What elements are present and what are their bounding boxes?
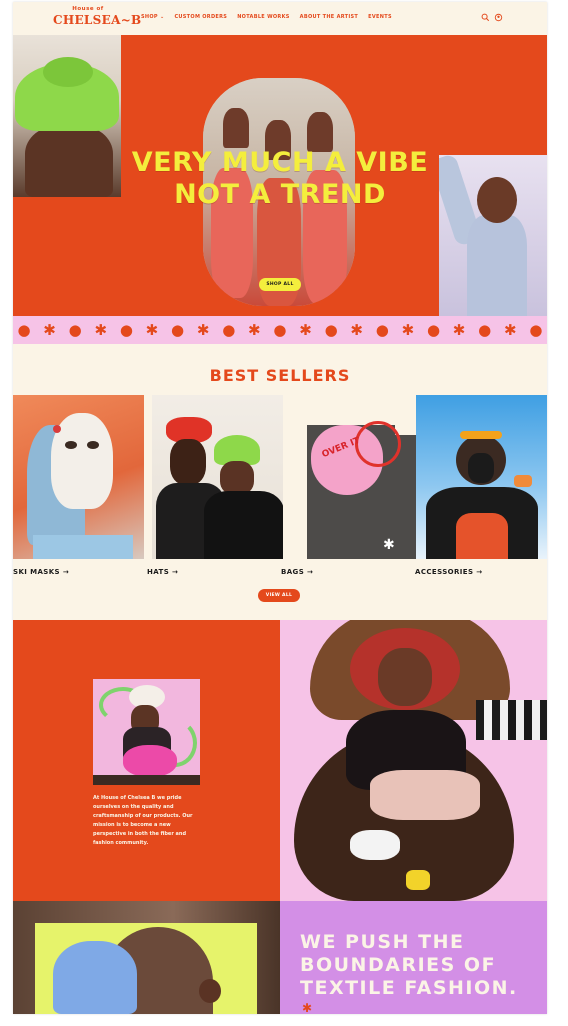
search-icon[interactable] [481, 13, 490, 22]
bags-card[interactable]: OVER IT ✱ [285, 395, 416, 559]
nav-custom-orders[interactable]: CUSTOM ORDERS [174, 14, 227, 20]
ski-masks-link[interactable]: SKI MASKS → [13, 568, 69, 576]
push-headline: WE PUSH THE BOUNDARIES OF TEXTILE FASHIO… [300, 931, 518, 999]
star-icon: ✱ [401, 320, 415, 339]
star-icon: ✱ [145, 320, 159, 339]
star-icon: ✱ [196, 320, 210, 339]
logo-top-text: House of [72, 6, 104, 12]
star-icon: ✱ [43, 320, 56, 339]
hero-headline: VERY MUCH A VIBE NOT A TREND [113, 147, 447, 211]
bottom-photo [13, 901, 280, 1014]
flower-dot-icon: ● [273, 320, 287, 339]
accessories-link[interactable]: ACCESSORIES → [415, 568, 483, 576]
hero-left-photo [13, 35, 121, 197]
site-header: House of CHELSEA~B SHOP ⌄ CUSTOM ORDERS … [13, 2, 547, 34]
star-icon: ✱ [94, 320, 108, 339]
flower-dot-icon: ● [529, 320, 543, 339]
bags-link[interactable]: BAGS → [281, 568, 313, 576]
sparkle-icon: ✱ [383, 537, 395, 553]
flower-dot-icon: ● [478, 320, 492, 339]
hero-banner: VERY MUCH A VIBE NOT A TREND SHOP ALL [13, 35, 547, 316]
brand-logo[interactable]: House of CHELSEA~B [53, 6, 142, 27]
account-icon[interactable] [494, 13, 503, 22]
flower-dot-icon: ● [324, 320, 338, 339]
logo-main-text: CHELSEA~B [53, 12, 142, 27]
hats-card[interactable] [152, 395, 283, 559]
star-icon: ✱ [503, 320, 517, 339]
decorative-band: ● ✱ ● ✱ ● ✱ ● ✱ ● ✱ ● ✱ ● ✱ ● ✱ ● ✱ ● ✱ ● [13, 316, 547, 344]
star-icon: ✱ [299, 320, 312, 339]
about-section: At House of Chelsea B we pride ourselves… [13, 620, 280, 901]
nav-shop-label: SHOP [141, 14, 158, 20]
main-nav: SHOP ⌄ CUSTOM ORDERS NOTABLE WORKS ABOUT… [141, 14, 392, 20]
flower-dot-icon: ● [375, 320, 389, 339]
about-feature-photo [280, 620, 547, 901]
flower-dot-icon: ● [68, 320, 82, 339]
hero-headline-line1: VERY MUCH A VIBE [131, 147, 429, 178]
star-icon: ✱ [452, 320, 466, 339]
flower-dot-icon: ● [17, 320, 31, 339]
flower-dot-icon: ● [222, 320, 236, 339]
nav-notable-works[interactable]: NOTABLE WORKS [237, 14, 289, 20]
view-all-button[interactable]: VIEW ALL [258, 589, 300, 602]
star-icon: ✱ [350, 320, 363, 339]
hats-link[interactable]: HATS → [147, 568, 178, 576]
ski-masks-card[interactable] [13, 395, 144, 559]
hero-headline-line2: NOT A TREND [174, 179, 386, 210]
flower-dot-icon: ● [426, 320, 441, 339]
star-icon: ✱ [248, 320, 261, 339]
accessories-card[interactable] [416, 395, 547, 559]
nav-about-the-artist[interactable]: ABOUT THE ARTIST [300, 14, 358, 20]
about-photo [93, 679, 200, 785]
hero-right-photo [439, 155, 547, 316]
flower-icon: ✱ [302, 1001, 313, 1014]
nav-events[interactable]: EVENTS [368, 14, 392, 20]
push-boundaries-section: WE PUSH THE BOUNDARIES OF TEXTILE FASHIO… [280, 901, 547, 1014]
nav-shop[interactable]: SHOP ⌄ [141, 14, 164, 20]
about-text: At House of Chelsea B we pride ourselves… [93, 795, 193, 846]
best-sellers-title: BEST SELLERS [209, 366, 351, 385]
website-page: House of CHELSEA~B SHOP ⌄ CUSTOM ORDERS … [13, 2, 547, 1014]
flower-dot-icon: ● [119, 320, 133, 339]
best-sellers-section: BEST SELLERS OVER IT ✱ SKI MASKS → HATS … [13, 344, 547, 620]
chevron-down-icon: ⌄ [159, 14, 165, 20]
flower-dot-icon: ● [171, 320, 185, 339]
shop-all-button[interactable]: SHOP ALL [259, 278, 301, 291]
